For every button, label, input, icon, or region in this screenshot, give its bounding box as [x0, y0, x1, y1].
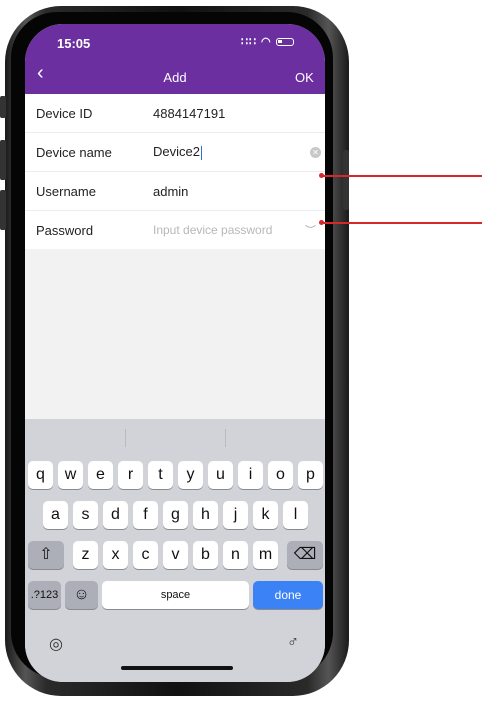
- volume-up-button: [0, 140, 6, 180]
- emoji-key[interactable]: ☺: [65, 581, 98, 609]
- suggestion-divider: [125, 429, 126, 447]
- key-d[interactable]: d: [103, 501, 128, 529]
- globe-icon[interactable]: ◎: [49, 634, 63, 654]
- mute-switch: [0, 96, 6, 118]
- volume-down-button: [0, 190, 6, 230]
- key-i[interactable]: i: [238, 461, 263, 489]
- key-x[interactable]: x: [103, 541, 128, 569]
- battery-icon: [275, 37, 294, 46]
- page-title: Add: [163, 70, 187, 85]
- annotation-dot-username: [319, 173, 324, 178]
- status-time: 15:05: [57, 36, 91, 51]
- key-p[interactable]: p: [298, 461, 323, 489]
- key-s[interactable]: s: [73, 501, 98, 529]
- password-label: Password: [36, 222, 94, 238]
- home-indicator[interactable]: [121, 666, 233, 670]
- key-w[interactable]: w: [58, 461, 83, 489]
- annotation-dot-password: [319, 220, 324, 225]
- numbers-key[interactable]: .?123: [28, 581, 61, 609]
- password-field[interactable]: Input device password: [153, 223, 272, 237]
- key-y[interactable]: y: [178, 461, 203, 489]
- wifi-icon: ◠: [261, 36, 272, 48]
- clear-icon[interactable]: ✕: [310, 146, 321, 158]
- key-e[interactable]: e: [88, 461, 113, 489]
- annotation-line-username: [322, 175, 482, 177]
- status-icons: ∷∷ ◠: [241, 35, 294, 48]
- suggestion-divider: [225, 429, 226, 447]
- key-l[interactable]: l: [283, 501, 308, 529]
- add-device-form: Device ID 4884147191 Device name Device2…: [25, 94, 325, 249]
- space-key[interactable]: space: [102, 581, 249, 609]
- key-r[interactable]: r: [118, 461, 143, 489]
- key-b[interactable]: b: [193, 541, 218, 569]
- power-button: [343, 150, 349, 210]
- key-g[interactable]: g: [163, 501, 188, 529]
- device-name-value: Device2: [153, 144, 200, 160]
- device-id-label: Device ID: [36, 105, 93, 121]
- device-id-field[interactable]: 4884147191: [153, 106, 225, 121]
- key-j[interactable]: j: [223, 501, 248, 529]
- ok-button[interactable]: OK: [295, 70, 314, 85]
- signal-icon: ∷∷: [241, 36, 257, 48]
- key-t[interactable]: t: [148, 461, 173, 489]
- shift-key[interactable]: ⇧: [28, 541, 64, 569]
- key-o[interactable]: o: [268, 461, 293, 489]
- key-u[interactable]: u: [208, 461, 233, 489]
- username-label: Username: [36, 183, 96, 199]
- delete-key[interactable]: ⌫: [287, 541, 323, 569]
- key-h[interactable]: h: [193, 501, 218, 529]
- app-header: 15:05 ∷∷ ◠ ‹ Add OK: [25, 24, 325, 94]
- annotation-line-password: [322, 222, 482, 224]
- phone-screen: 15:05 ∷∷ ◠ ‹ Add OK Device ID 4884147191…: [25, 24, 325, 682]
- key-f[interactable]: f: [133, 501, 158, 529]
- password-row: Password Input device password ︶: [25, 211, 325, 249]
- device-name-row: Device name Device2 ✕: [25, 133, 325, 172]
- key-m[interactable]: m: [253, 541, 278, 569]
- done-key[interactable]: done: [253, 581, 323, 609]
- microphone-icon[interactable]: ♂: [287, 634, 299, 652]
- key-a[interactable]: a: [43, 501, 68, 529]
- username-row: Username admin: [25, 172, 325, 211]
- key-z[interactable]: z: [73, 541, 98, 569]
- key-k[interactable]: k: [253, 501, 278, 529]
- text-caret: [200, 145, 202, 160]
- username-field[interactable]: admin: [153, 184, 188, 199]
- device-name-label: Device name: [36, 144, 112, 160]
- key-v[interactable]: v: [163, 541, 188, 569]
- device-id-row: Device ID 4884147191: [25, 94, 325, 133]
- keyboard: q w e r t y u i o p a s d f g h j k l ⇧ …: [25, 419, 325, 682]
- eye-closed-icon[interactable]: ︶: [305, 222, 316, 238]
- key-n[interactable]: n: [223, 541, 248, 569]
- key-q[interactable]: q: [28, 461, 53, 489]
- device-name-field[interactable]: Device2: [153, 144, 202, 160]
- keyboard-suggestion-bar: [25, 419, 325, 457]
- key-c[interactable]: c: [133, 541, 158, 569]
